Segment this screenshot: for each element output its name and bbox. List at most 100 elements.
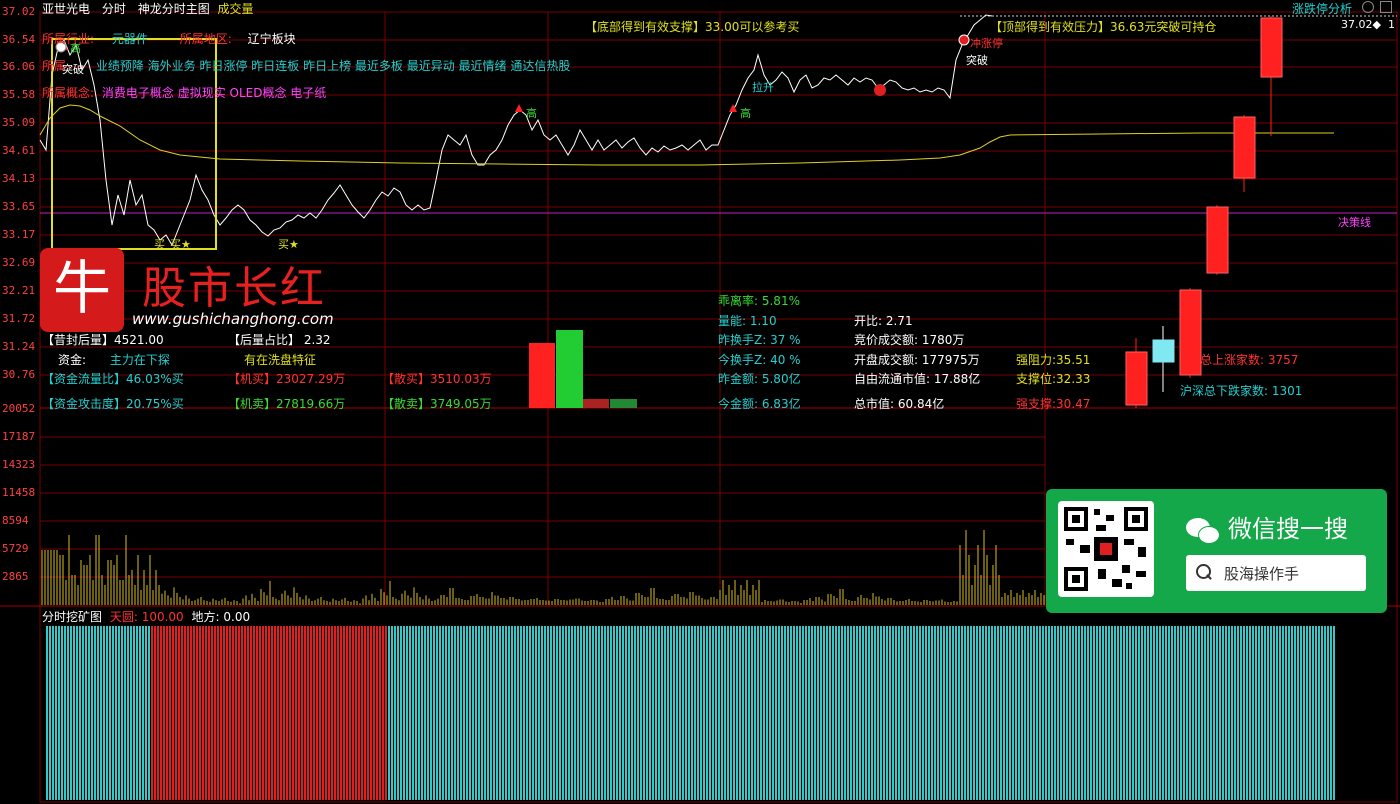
mining-bar xyxy=(1171,626,1173,800)
region-value[interactable]: 辽宁板块 xyxy=(248,32,296,46)
mining-bar xyxy=(1042,626,1044,800)
chart-title[interactable]: 神龙分时主图 xyxy=(138,2,210,16)
mining-bar xyxy=(529,626,531,800)
mining-bar xyxy=(310,626,312,800)
limit-analysis-button[interactable]: 涨跌停分析 xyxy=(1292,0,1352,17)
mining-bar xyxy=(1198,626,1200,800)
mining-bar xyxy=(385,626,387,800)
industry-value[interactable]: 元器件 xyxy=(112,32,148,46)
limit-up-marker: 冲涨停 xyxy=(970,37,1003,50)
mining-bar xyxy=(1207,626,1209,800)
stock-name[interactable]: 亚世光电 xyxy=(42,2,90,16)
mining-bar xyxy=(748,626,750,800)
mining-bar xyxy=(1117,626,1119,800)
mining-bar xyxy=(940,626,942,800)
deviation-stat: 乖离率: 5.81% xyxy=(718,294,800,308)
mining-bar xyxy=(295,626,297,800)
mining-bar xyxy=(889,626,891,800)
mining-bar xyxy=(1066,626,1068,800)
mode-label[interactable]: 分时 xyxy=(102,2,126,16)
mining-bar xyxy=(1003,626,1005,800)
mining-bar xyxy=(208,626,210,800)
today-amount-stat: 今金额: 6.83亿 xyxy=(718,397,801,411)
mining-bar xyxy=(979,626,981,800)
wechat-search-text: 股海操作手 xyxy=(1224,565,1300,583)
mining-bar xyxy=(562,626,564,800)
mining-bar xyxy=(361,626,363,800)
flags-value[interactable]: 业绩预降 海外业务 昨日涨停 昨日连板 昨日上榜 最近多板 最近异动 最近情绪 … xyxy=(96,59,571,73)
mining-bar xyxy=(499,626,501,800)
mining-bar xyxy=(433,626,435,800)
mining-bar xyxy=(784,626,786,800)
settings-icon[interactable] xyxy=(1362,1,1374,13)
mining-bar xyxy=(571,626,573,800)
mining-bar xyxy=(184,626,186,800)
prev-amount-stat: 昨金额: 5.80亿 xyxy=(718,372,801,386)
mining-bar xyxy=(1153,626,1155,800)
mining-bar xyxy=(160,626,162,800)
mining-bar xyxy=(1084,626,1086,800)
resistance-stat: 强阻力:35.51 xyxy=(1016,353,1091,367)
wechat-banner[interactable]: 微信搜一搜 股海操作手 xyxy=(1046,489,1387,613)
mining-bar xyxy=(52,626,54,800)
mining-bar xyxy=(136,626,138,800)
mining-bar xyxy=(145,626,147,800)
concept-value[interactable]: 消费电子概念 虚拟现实 OLED概念 电子纸 xyxy=(102,86,326,100)
close-icon[interactable] xyxy=(1380,1,1392,13)
mining-bar xyxy=(862,626,864,800)
mining-bar xyxy=(676,626,678,800)
wash-value: 有在洗盘特征 xyxy=(244,353,317,367)
pull-up-marker: 拉升 xyxy=(752,81,774,94)
fund-value: 主力在下探 xyxy=(109,353,170,367)
mining-bar xyxy=(340,626,342,800)
mining-bar xyxy=(1273,626,1275,800)
mining-bar xyxy=(181,626,183,800)
mining-bar xyxy=(475,626,477,800)
mining-bar xyxy=(211,626,213,800)
mining-bar xyxy=(1333,626,1335,800)
mining-bar xyxy=(1024,626,1026,800)
mining-bar xyxy=(460,626,462,800)
mining-bar xyxy=(94,626,96,800)
wechat-search-box[interactable]: 股海操作手 xyxy=(1186,555,1366,591)
mining-bar xyxy=(1231,626,1233,800)
mining-bar xyxy=(847,626,849,800)
chart-canvas xyxy=(0,11,1400,803)
mining-bar xyxy=(934,626,936,800)
mining-bar xyxy=(1051,626,1053,800)
mining-bar xyxy=(781,626,783,800)
volume-tick: 8594 xyxy=(2,514,29,527)
inst-sell-bar xyxy=(556,330,583,408)
mining-bar xyxy=(1108,626,1110,800)
candle-body xyxy=(1206,206,1229,274)
mining-bar xyxy=(793,626,795,800)
mining-bar xyxy=(1306,626,1308,800)
retail-sell-value: 3749.05万 xyxy=(430,397,492,411)
mining-bar xyxy=(874,626,876,800)
mining-bar xyxy=(541,626,543,800)
mining-title[interactable]: 分时挖矿图 xyxy=(42,610,102,624)
auction-amount-stat: 竞价成交额: 1780万 xyxy=(854,333,965,347)
mining-bar xyxy=(451,626,453,800)
mining-bar xyxy=(1111,626,1113,800)
mining-bar xyxy=(514,626,516,800)
mining-bar xyxy=(280,626,282,800)
mining-bar xyxy=(1000,626,1002,800)
mining-bar xyxy=(727,626,729,800)
mining-bar xyxy=(967,626,969,800)
mining-bar xyxy=(187,626,189,800)
mining-bar xyxy=(502,626,504,800)
mining-bar xyxy=(334,626,336,800)
mining-bar xyxy=(613,626,615,800)
wechat-icon xyxy=(1186,516,1220,544)
volume-title[interactable]: 成交量 xyxy=(218,2,254,16)
mining-bar xyxy=(1141,626,1143,800)
mining-bar xyxy=(550,626,552,800)
mining-bar xyxy=(892,626,894,800)
mining-bar xyxy=(235,626,237,800)
mining-bar xyxy=(1324,626,1326,800)
mining-bar xyxy=(154,626,156,800)
mining-bar xyxy=(697,626,699,800)
mining-bar xyxy=(286,626,288,800)
mining-bar xyxy=(1096,626,1098,800)
